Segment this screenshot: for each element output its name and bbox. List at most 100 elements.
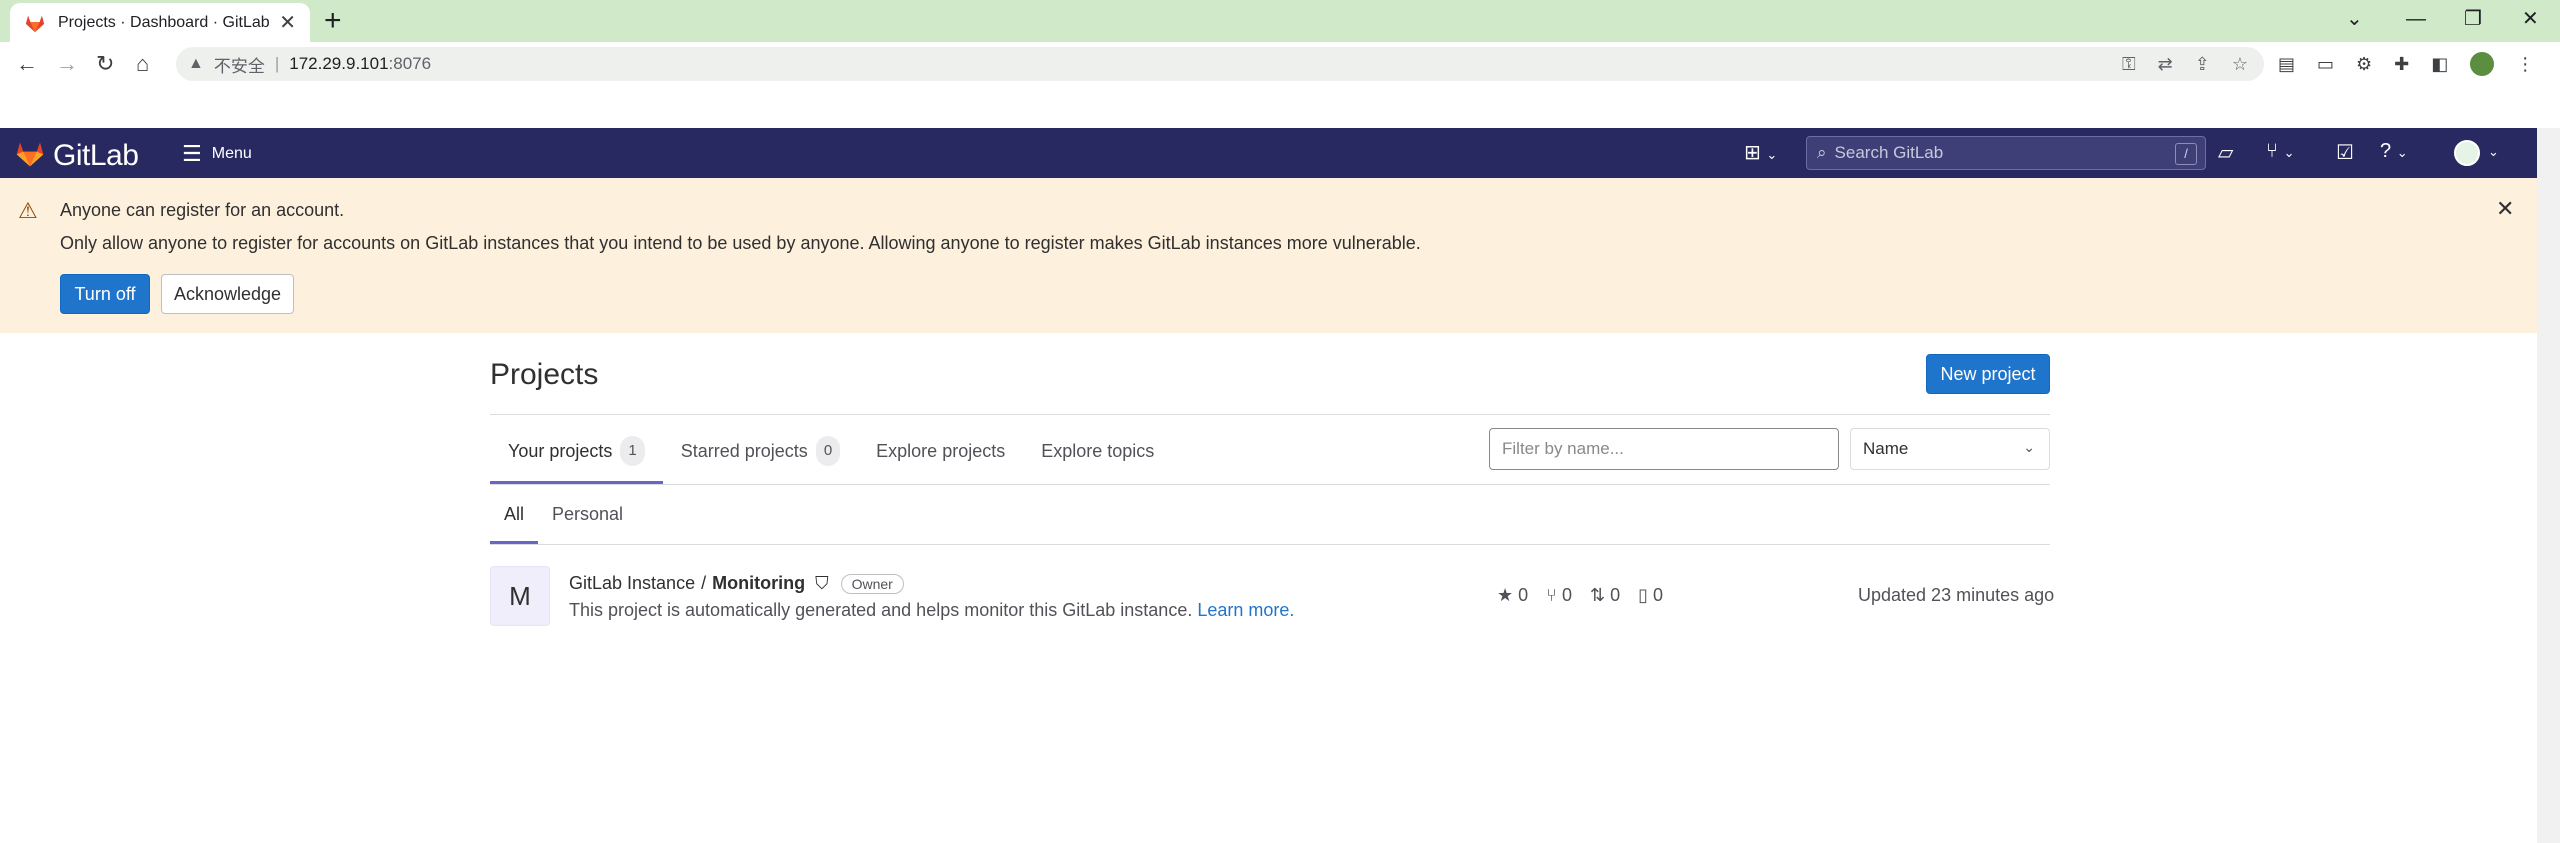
search-placeholder: Search GitLab bbox=[1834, 143, 1944, 162]
profile-avatar-icon[interactable] bbox=[2470, 52, 2495, 76]
forks-count: 0 bbox=[1561, 585, 1572, 605]
main-menu-button[interactable]: ☰ Menu bbox=[182, 141, 252, 167]
extension-icons: ▤ ▭ ⚙ ✚ ◧ ⋮ bbox=[2278, 52, 2534, 76]
issues-stat[interactable]: ▯ 0 bbox=[1638, 585, 1663, 606]
sort-value: Name bbox=[1863, 439, 1909, 458]
extensions-puzzle-icon[interactable]: ✚ bbox=[2394, 54, 2409, 75]
registration-warning-banner: ⚠ Anyone can register for an account. On… bbox=[0, 178, 2537, 333]
count-badge: 0 bbox=[815, 436, 841, 466]
forward-icon[interactable]: → bbox=[56, 50, 78, 78]
project-stats: ★ 0 ⑂ 0 ⇅ 0 ▯ 0 bbox=[1497, 585, 1663, 606]
acknowledge-button[interactable]: Acknowledge bbox=[161, 274, 294, 314]
project-avatar[interactable]: M bbox=[490, 566, 550, 626]
extension-3-icon[interactable]: ⚙ bbox=[2356, 54, 2372, 75]
user-avatar[interactable] bbox=[2454, 140, 2480, 166]
omnibox-actions: ⚿ ⇄ ⇪ ☆ bbox=[2122, 54, 2248, 75]
home-icon[interactable]: ⌂ bbox=[136, 50, 149, 78]
warning-icon: ⚠ bbox=[18, 198, 38, 223]
stars-count: 0 bbox=[1518, 585, 1529, 605]
subtab-all[interactable]: All bbox=[490, 484, 539, 544]
chevron-down-icon: ⌄ bbox=[2023, 439, 2035, 455]
page-title: Projects bbox=[490, 358, 599, 391]
issues-icon: ▯ bbox=[1638, 585, 1648, 605]
search-shortcut-hint: / bbox=[2175, 143, 2197, 165]
subtab-label: Personal bbox=[552, 503, 624, 524]
project-namespace-link[interactable]: GitLab Instance bbox=[569, 573, 695, 594]
url-separator: | bbox=[274, 54, 280, 73]
hamburger-icon: ☰ bbox=[182, 141, 202, 166]
page-scrollbar[interactable] bbox=[2537, 128, 2560, 843]
project-name-link[interactable]: Monitoring bbox=[712, 573, 805, 594]
gitlab-logo[interactable]: GitLab bbox=[13, 137, 139, 174]
search-gitlab-input[interactable]: ⌕ Search GitLab / bbox=[1806, 136, 2206, 170]
gitlab-top-bar: GitLab ☰ Menu ⊞ ⌄ ⌕ Search GitLab / ▱ ⑂ … bbox=[0, 128, 2537, 178]
merge-requests-stat[interactable]: ⇅ 0 bbox=[1590, 585, 1620, 606]
subtab-personal[interactable]: Personal bbox=[538, 484, 637, 544]
url-port: :8076 bbox=[388, 54, 432, 73]
merge-request-icon: ⇅ bbox=[1589, 585, 1606, 605]
back-icon[interactable]: ← bbox=[16, 50, 38, 78]
forks-stat[interactable]: ⑂ 0 bbox=[1546, 585, 1572, 606]
project-description: This project is automatically generated … bbox=[569, 600, 1294, 621]
address-bar[interactable]: ▲ 不安全 | 172.29.9.101:8076 ⚿ ⇄ ⇪ ☆ bbox=[176, 47, 2264, 81]
translate-icon[interactable]: ⇄ bbox=[2158, 54, 2173, 75]
side-panel-icon[interactable]: ◧ bbox=[2431, 54, 2448, 75]
tab-label: Starred projects bbox=[680, 440, 808, 461]
todos-icon[interactable]: ☑ bbox=[2336, 140, 2354, 165]
help-icon[interactable]: ? ⌄ bbox=[2380, 140, 2408, 163]
filter-by-name-input[interactable]: Filter by name... bbox=[1489, 428, 1839, 470]
turn-off-button[interactable]: Turn off bbox=[60, 274, 150, 314]
new-tab-icon[interactable]: + bbox=[324, 4, 342, 38]
url-host: 172.29.9.101 bbox=[289, 54, 389, 73]
tab-label: Explore topics bbox=[1041, 440, 1155, 461]
browser-tab[interactable]: Projects · Dashboard · GitLab ✕ bbox=[10, 3, 310, 42]
new-project-button[interactable]: New project bbox=[1926, 354, 2050, 394]
learn-more-link[interactable]: Learn more. bbox=[1197, 600, 1294, 620]
tab-explore-projects[interactable]: Explore projects bbox=[858, 418, 1023, 484]
extension-2-icon[interactable]: ▭ bbox=[2317, 54, 2334, 75]
divider bbox=[490, 544, 2050, 545]
banner-body: Only allow anyone to register for accoun… bbox=[60, 233, 1421, 253]
count-badge: 1 bbox=[620, 436, 645, 466]
bookmark-star-icon[interactable]: ☆ bbox=[2232, 54, 2248, 75]
fork-icon: ⑂ bbox=[1546, 585, 1557, 605]
tab-search-icon[interactable]: ⌄ bbox=[2346, 4, 2363, 34]
divider bbox=[490, 484, 2050, 485]
close-tab-icon[interactable]: ✕ bbox=[279, 10, 296, 35]
window-close-icon[interactable]: ✕ bbox=[2522, 4, 2539, 34]
sort-dropdown[interactable]: Name ⌄ bbox=[1850, 428, 2050, 470]
tab-explore-topics[interactable]: Explore topics bbox=[1023, 418, 1172, 484]
share-icon[interactable]: ⇪ bbox=[2195, 54, 2210, 75]
gitlab-favicon-icon bbox=[24, 12, 46, 34]
extension-1-icon[interactable]: ▤ bbox=[2278, 54, 2295, 75]
minimize-icon[interactable]: — bbox=[2406, 4, 2426, 34]
browser-tab-strip: Projects · Dashboard · GitLab ✕ + ⌄ — ❐ … bbox=[0, 0, 2560, 42]
menu-label: Menu bbox=[211, 145, 252, 162]
insecure-label: 不安全 bbox=[213, 56, 265, 76]
browser-menu-icon[interactable]: ⋮ bbox=[2516, 54, 2534, 75]
path-separator: / bbox=[701, 573, 707, 593]
tab-starred-projects[interactable]: Starred projects 0 bbox=[663, 418, 858, 484]
issues-count: 0 bbox=[1653, 585, 1664, 605]
divider bbox=[490, 414, 2050, 415]
project-filter-tabs: All Personal bbox=[490, 484, 637, 544]
updated-timestamp: Updated 23 minutes ago bbox=[1858, 585, 2055, 605]
banner-close-icon[interactable]: ✕ bbox=[2496, 196, 2514, 222]
key-icon[interactable]: ⚿ bbox=[2122, 54, 2136, 75]
merge-requests-count: 0 bbox=[1610, 585, 1621, 605]
create-new-icon[interactable]: ⊞ ⌄ bbox=[1744, 140, 1777, 165]
merge-requests-icon[interactable]: ⑂ ⌄ bbox=[2266, 140, 2294, 163]
issues-icon[interactable]: ▱ bbox=[2218, 140, 2233, 165]
stars-stat[interactable]: ★ 0 bbox=[1497, 585, 1528, 606]
tanuki-logo-icon bbox=[13, 137, 47, 174]
project-tabs: Your projects 1 Starred projects 0 Explo… bbox=[490, 418, 1172, 484]
user-menu-chevron-icon[interactable]: ⌄ bbox=[2488, 144, 2499, 160]
gitlab-wordmark: GitLab bbox=[53, 138, 139, 172]
restore-icon[interactable]: ❐ bbox=[2464, 4, 2482, 34]
reload-icon[interactable]: ↻ bbox=[96, 50, 114, 78]
subtab-label: All bbox=[504, 503, 525, 524]
description-text: This project is automatically generated … bbox=[569, 600, 1193, 620]
tab-your-projects[interactable]: Your projects 1 bbox=[490, 418, 663, 484]
browser-tab-title: Projects · Dashboard · GitLab bbox=[58, 13, 270, 31]
visibility-shield-icon: ⛉ bbox=[815, 573, 829, 593]
